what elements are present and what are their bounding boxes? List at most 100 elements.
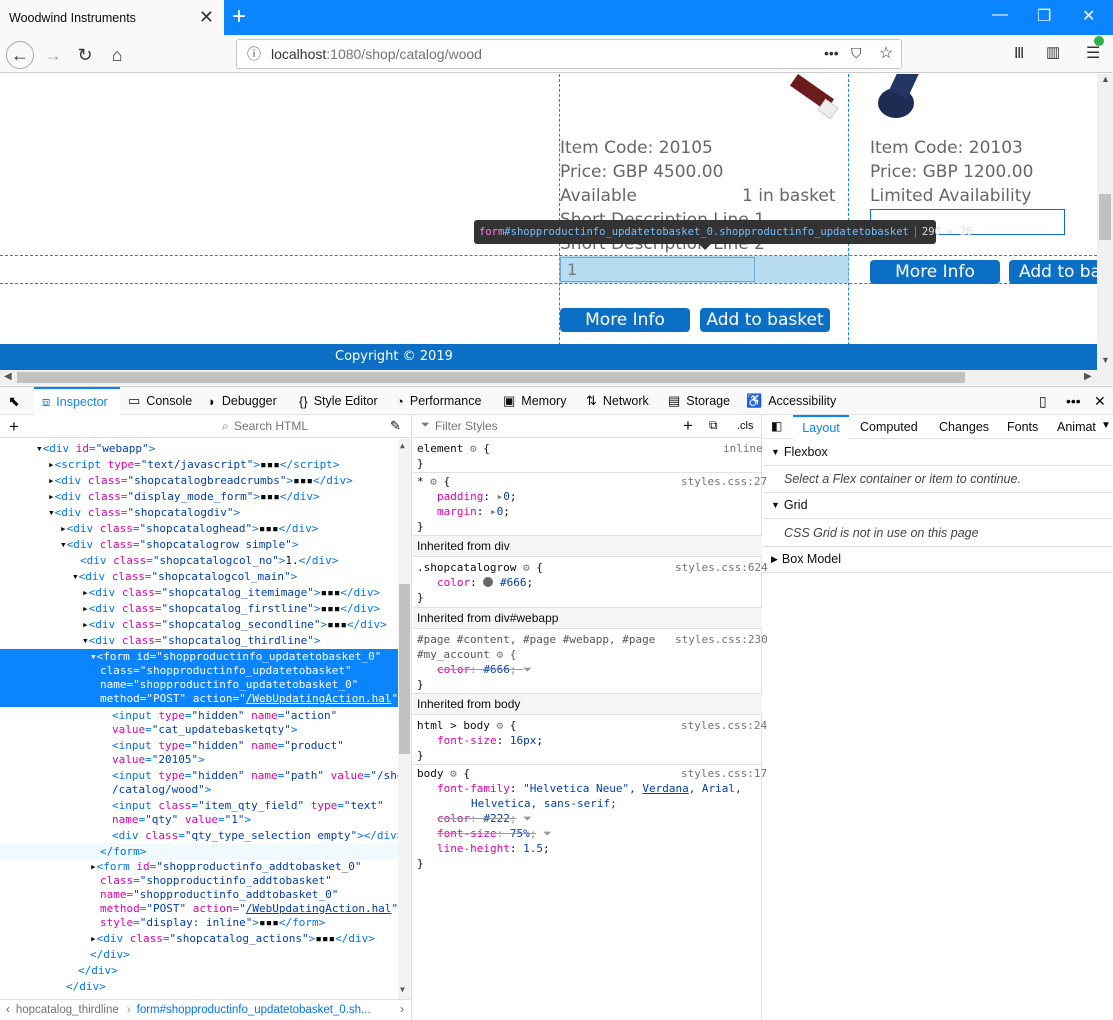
page-actions-icon[interactable]: ••• xyxy=(824,45,839,61)
rule-source[interactable]: inline xyxy=(723,441,763,456)
box-model-header[interactable]: ▶ Box Model xyxy=(763,546,1113,573)
breadcrumb-right-arrow-icon[interactable]: › xyxy=(400,1004,404,1016)
declaration[interactable]: color: #666; xyxy=(437,575,533,590)
tree-node[interactable]: <div class="qty_type_selection empty"></… xyxy=(112,828,403,844)
forward-icon[interactable]: → xyxy=(39,41,67,69)
declaration[interactable]: font-size: 16px; xyxy=(437,733,543,748)
markup-scrollbar[interactable]: ▲ ▼ xyxy=(398,439,411,999)
reload-icon[interactable]: ↻ xyxy=(71,41,99,69)
close-devtools-icon[interactable]: ✕ xyxy=(1094,387,1106,415)
tree-node[interactable]: <input type="hidden" name="path" value="… xyxy=(112,769,410,797)
toggle-pane-icon[interactable]: ◧ xyxy=(771,419,782,433)
rule-html-body[interactable]: html > body ⚙ { xyxy=(417,718,516,733)
breadcrumb-item[interactable]: hopcatalog_thirdline xyxy=(16,1004,119,1016)
library-icon[interactable]: Ⅲ xyxy=(1014,44,1024,62)
rule-selector[interactable]: #page #content, #page #webapp, #page xyxy=(417,632,655,647)
tree-node[interactable]: ▸<form id="shopproductinfo_addtobasket_0… xyxy=(90,860,398,930)
more-info-button[interactable]: More Info xyxy=(870,260,1000,284)
tab-debugger[interactable]: ◗ Debugger xyxy=(208,387,277,415)
search-html-input[interactable] xyxy=(234,417,374,435)
minimize-icon[interactable]: — xyxy=(992,6,1008,24)
declaration[interactable]: font-family: "Helvetica Neue", Verdana, … xyxy=(437,781,742,796)
tree-node[interactable]: ▸<div class="shopcatalog_firstline">▪▪▪<… xyxy=(82,601,380,617)
tab-memory[interactable]: ▣ Memory xyxy=(503,387,566,415)
tree-node[interactable]: </div> xyxy=(78,963,118,979)
rule-star[interactable]: * ⚙ { xyxy=(417,474,450,489)
tree-node[interactable]: <input class="item_qty_field" type="text… xyxy=(112,799,384,827)
page-vertical-scrollbar[interactable]: ▲ ▼ xyxy=(1097,74,1113,370)
tabs-overflow-icon[interactable]: ▼ xyxy=(1101,420,1111,431)
responsive-design-icon[interactable]: ▯ xyxy=(1039,387,1047,415)
tab-changes[interactable]: Changes xyxy=(939,420,989,434)
eyedropper-icon[interactable]: ✎ xyxy=(390,418,401,434)
declaration-overridden[interactable]: color: #222; ⏷ xyxy=(437,811,532,826)
add-to-basket-button[interactable]: Add to ba xyxy=(1009,260,1097,284)
declaration-overridden[interactable]: color: #666; ⏷ xyxy=(437,662,532,677)
tree-node[interactable]: ▾<div class="shopcatalogcol_main"> xyxy=(72,569,297,585)
tree-node-selected[interactable]: ▾<form id="shopproductinfo_updatetobaske… xyxy=(0,649,405,707)
flexbox-header[interactable]: ▼ Flexbox xyxy=(763,439,1113,466)
tree-node[interactable]: ▾<div class="shopcatalogrow simple"> xyxy=(60,537,298,553)
rule-source[interactable]: styles.css:17 xyxy=(681,766,767,781)
tree-node[interactable]: ▾<div class="shopcatalog_thirdline"> xyxy=(82,633,320,649)
pocket-icon[interactable]: ⛉ xyxy=(851,45,862,62)
declaration[interactable]: padding: ▸0; xyxy=(437,489,516,504)
rule-source[interactable]: styles.css:24 xyxy=(681,718,767,733)
tab-computed[interactable]: Computed xyxy=(860,420,918,434)
tab-layout[interactable]: Layout xyxy=(793,415,849,439)
tree-node[interactable]: <input type="hidden" name="action" value=… xyxy=(112,709,337,737)
tab-console[interactable]: ▭ Console xyxy=(128,387,192,415)
overridden-filter-icon[interactable]: ⏷ xyxy=(523,662,532,677)
tab-animations[interactable]: Animat xyxy=(1057,420,1096,434)
filter-styles-input[interactable] xyxy=(435,417,665,435)
rule-source[interactable]: styles.css:27 xyxy=(681,474,767,489)
declaration[interactable]: margin: ▸0; xyxy=(437,504,510,519)
restore-icon[interactable]: ❐ xyxy=(1037,6,1051,26)
info-icon[interactable]: ⓘ xyxy=(247,44,261,64)
back-icon[interactable]: ← xyxy=(6,41,34,69)
add-rule-icon[interactable]: + xyxy=(683,416,693,436)
tree-node[interactable]: ▸<div class="shopcatalog_itemimage">▪▪▪<… xyxy=(82,585,380,601)
tree-node[interactable]: </form> xyxy=(0,844,398,860)
tab-accessibility[interactable]: ♿ Accessibility xyxy=(746,387,836,415)
tab-inspector[interactable]: ⧈ Inspector xyxy=(34,387,120,415)
add-to-basket-button[interactable]: Add to basket xyxy=(700,308,830,332)
product-image-clarinet[interactable] xyxy=(789,74,840,124)
browser-tab[interactable]: Woodwind Instruments ✕ xyxy=(0,0,224,35)
tree-node[interactable]: <input type="hidden" name="product" value… xyxy=(112,739,344,767)
overridden-filter-icon[interactable]: ⏷ xyxy=(543,827,552,840)
tree-node[interactable]: ▾<div id="webapp"> xyxy=(36,441,155,457)
declaration-overridden[interactable]: font-size: 75%; ⏷ xyxy=(437,826,552,841)
more-options-icon[interactable]: ••• xyxy=(1066,387,1081,415)
tab-network[interactable]: ⇅ Network xyxy=(586,387,649,415)
bookmark-star-icon[interactable]: ☆ xyxy=(879,43,893,63)
add-node-icon[interactable]: + xyxy=(9,417,19,437)
page-horizontal-scrollbar[interactable]: ◀ ▶ xyxy=(0,370,1113,385)
tree-node[interactable]: ▸<div class="display_mode_form">▪▪▪</div… xyxy=(48,489,320,505)
rule-element[interactable]: element ⚙ { xyxy=(417,441,490,456)
tree-node[interactable]: ▸<div class="shopcatalogbreadcrumbs">▪▪▪… xyxy=(48,473,353,489)
tree-node[interactable]: ▸<div class="shopcataloghead">▪▪▪</div> xyxy=(60,521,318,537)
rule-source[interactable]: styles.css:230 xyxy=(675,632,768,647)
tree-node[interactable]: ▸<div class="shopcatalog_secondline">▪▪▪… xyxy=(82,617,387,633)
tab-style-editor[interactable]: {} Style Editor xyxy=(299,387,378,415)
rule-shopcatalogrow[interactable]: .shopcatalogrow ⚙ { xyxy=(417,560,543,575)
breadcrumb-left-arrow-icon[interactable]: ‹ xyxy=(6,1004,10,1016)
tree-node[interactable]: <div class="shopcatalogcol_no">1.</div> xyxy=(80,553,338,569)
rule-selector[interactable]: #my_account ⚙ { xyxy=(417,647,516,662)
tree-node[interactable]: </div> xyxy=(90,947,130,963)
url-bar[interactable]: ⓘ localhost:1080/shop/catalog/wood ••• ⛉… xyxy=(236,39,902,69)
tab-fonts[interactable]: Fonts xyxy=(1007,420,1038,434)
product-image-oboe[interactable] xyxy=(872,74,942,124)
menu-icon[interactable]: ☰ xyxy=(1086,43,1100,63)
quantity-input[interactable]: 1 xyxy=(560,257,755,282)
overridden-filter-icon[interactable]: ⏷ xyxy=(523,812,532,825)
tree-node[interactable]: </div> xyxy=(66,979,106,995)
color-swatch-icon[interactable] xyxy=(483,577,494,587)
rule-body[interactable]: body ⚙ { xyxy=(417,766,470,781)
element-picker-icon[interactable]: ⬉ xyxy=(8,387,20,415)
rule-source[interactable]: styles.css:624 xyxy=(675,560,768,575)
tree-node[interactable]: ▾<div class="shopcatalogdiv"> xyxy=(48,505,240,521)
close-tab-icon[interactable]: ✕ xyxy=(199,7,214,28)
new-tab-icon[interactable]: + xyxy=(232,3,246,31)
